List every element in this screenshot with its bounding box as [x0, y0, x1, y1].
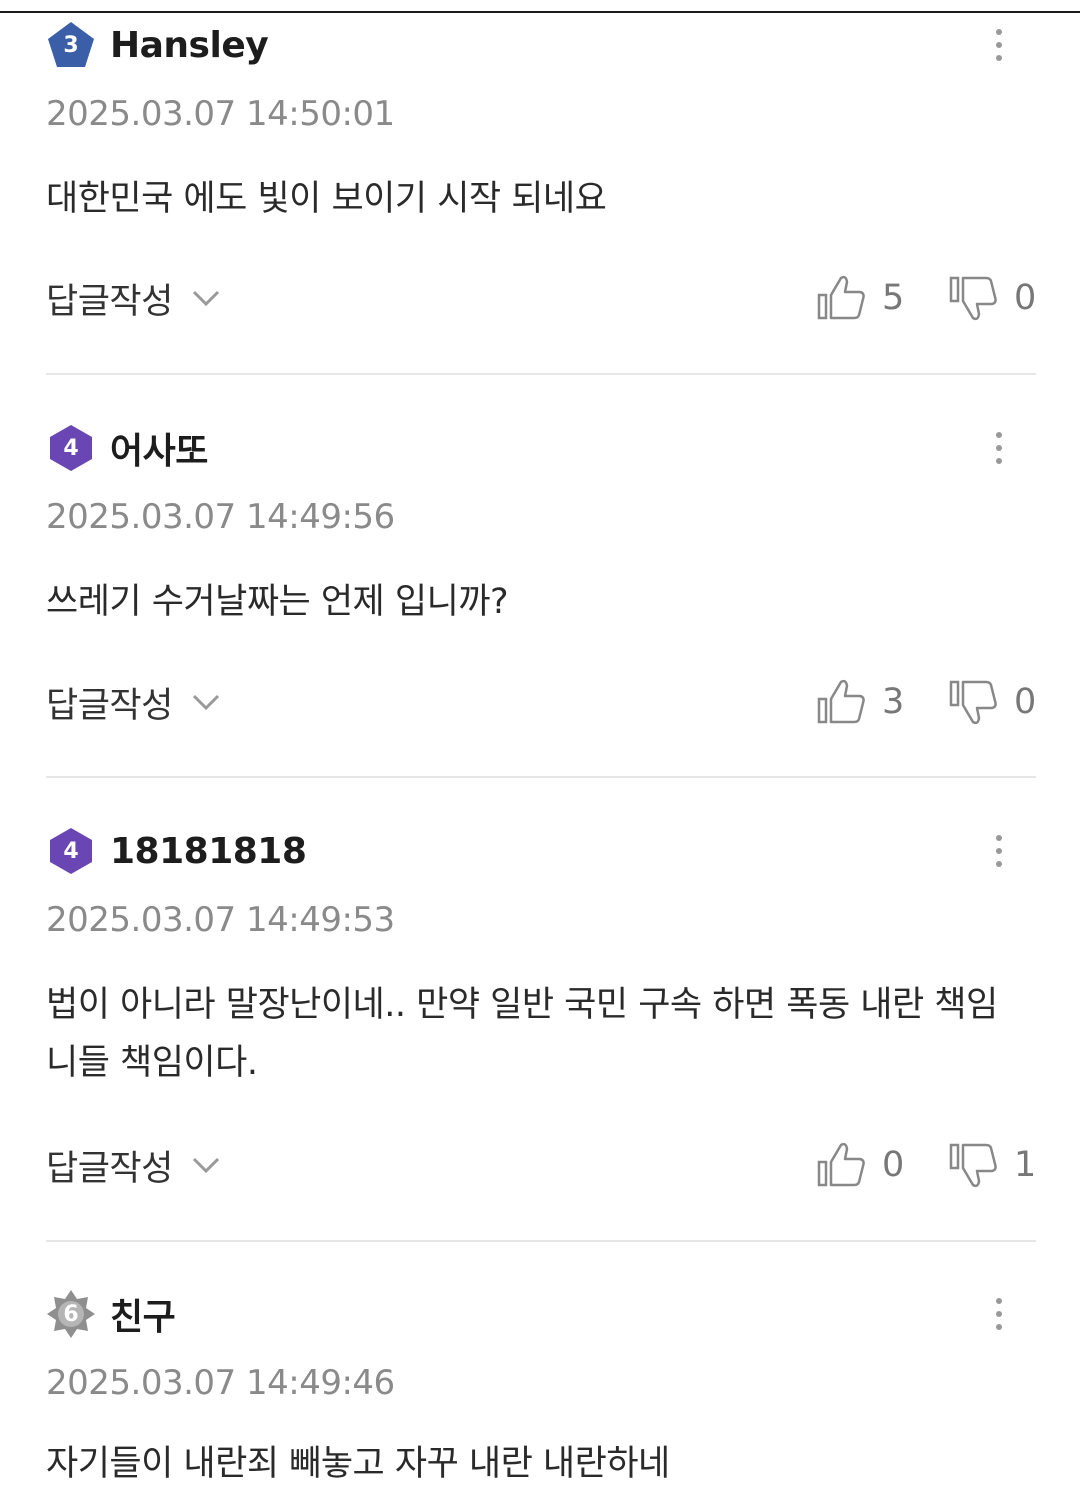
more-icon-dot — [996, 29, 1002, 35]
comment-header: 4 어사또 — [46, 423, 208, 473]
more-icon-dot — [996, 848, 1002, 854]
level-number: 4 — [63, 435, 79, 461]
level-number: 4 — [63, 838, 79, 864]
comment-timestamp: 2025.03.07 14:49:56 — [46, 497, 395, 537]
dislike-count: 0 — [1014, 278, 1037, 318]
more-icon-dot — [996, 445, 1002, 451]
comment-divider — [46, 776, 1036, 778]
thumbs-up-icon — [817, 1142, 865, 1187]
comment-text: 대한민국 에도 빛이 보이기 시작 되네요 — [46, 179, 607, 219]
comment-text: 법이 아니라 말장난이네.. 만약 일반 국민 구속 하면 폭동 내란 책임 니… — [46, 985, 998, 1083]
comment-divider — [46, 1240, 1036, 1242]
more-options-button[interactable] — [980, 828, 1018, 874]
author-name[interactable]: 친구 — [110, 1288, 176, 1340]
level-badge: 4 — [46, 826, 96, 876]
reply-label: 답글작성 — [46, 685, 173, 726]
thumbs-down-icon — [949, 276, 997, 321]
reply-label: 답글작성 — [46, 1148, 173, 1189]
like-count: 5 — [882, 278, 905, 318]
comment-actions: 답글작성 3 0 — [0, 672, 1080, 732]
more-options-button[interactable] — [980, 1291, 1018, 1337]
thumbs-down-icon — [949, 680, 997, 725]
comment-header: 3 Hansley — [46, 20, 269, 70]
chevron-down-icon — [191, 283, 221, 313]
dislike-button[interactable]: 1 — [948, 1135, 1036, 1195]
comment-text: 자기들이 내란죄 빼놓고 자꾸 내란 내란하네 — [46, 1444, 670, 1484]
level-badge: 6 — [46, 1289, 96, 1339]
more-icon-dot — [996, 458, 1002, 464]
reply-button[interactable]: 답글작성 — [46, 268, 221, 328]
comment-divider — [46, 373, 1036, 375]
author-name[interactable]: 어사또 — [110, 422, 208, 474]
more-icon-dot — [996, 42, 1002, 48]
comment-header: 6 친구 — [46, 1288, 176, 1340]
like-button[interactable]: 0 — [816, 1135, 904, 1195]
more-icon-dot — [996, 1324, 1002, 1330]
author-name[interactable]: Hansley — [110, 25, 269, 66]
more-icon-dot — [996, 432, 1002, 438]
like-count: 3 — [882, 682, 905, 722]
more-icon-dot — [996, 55, 1002, 61]
reply-button[interactable]: 답글작성 — [46, 1135, 221, 1195]
more-options-button[interactable] — [980, 22, 1018, 68]
dislike-button[interactable]: 0 — [948, 672, 1036, 732]
level-badge: 3 — [46, 20, 96, 70]
more-options-button[interactable] — [980, 425, 1018, 471]
more-icon-dot — [996, 1298, 1002, 1304]
reply-button[interactable]: 답글작성 — [46, 672, 221, 732]
comment-actions: 답글작성 0 1 — [0, 1135, 1080, 1195]
more-icon-dot — [996, 861, 1002, 867]
thumbs-up-icon — [817, 275, 865, 320]
author-name[interactable]: 18181818 — [110, 831, 307, 872]
level-number: 6 — [63, 1301, 79, 1327]
chevron-down-icon — [191, 1150, 221, 1180]
level-badge: 4 — [46, 423, 96, 473]
reply-label: 답글작성 — [46, 281, 173, 322]
more-icon-dot — [996, 1311, 1002, 1317]
like-button[interactable]: 3 — [816, 672, 904, 732]
thumbs-up-icon — [817, 679, 865, 724]
comment-timestamp: 2025.03.07 14:49:53 — [46, 900, 395, 940]
dislike-count: 1 — [1014, 1145, 1037, 1185]
comment-actions: 답글작성 5 0 — [0, 268, 1080, 328]
dislike-button[interactable]: 0 — [948, 268, 1036, 328]
top-border — [0, 11, 1080, 13]
like-button[interactable]: 5 — [816, 268, 904, 328]
like-count: 0 — [882, 1145, 905, 1185]
thumbs-down-icon — [949, 1143, 997, 1188]
comment-text: 쓰레기 수거날짜는 언제 입니까? — [46, 582, 509, 622]
comment-timestamp: 2025.03.07 14:50:01 — [46, 94, 395, 134]
level-number: 3 — [63, 32, 79, 58]
comment-header: 4 18181818 — [46, 826, 307, 876]
comment-timestamp: 2025.03.07 14:49:46 — [46, 1363, 395, 1403]
dislike-count: 0 — [1014, 682, 1037, 722]
chevron-down-icon — [191, 687, 221, 717]
more-icon-dot — [996, 835, 1002, 841]
